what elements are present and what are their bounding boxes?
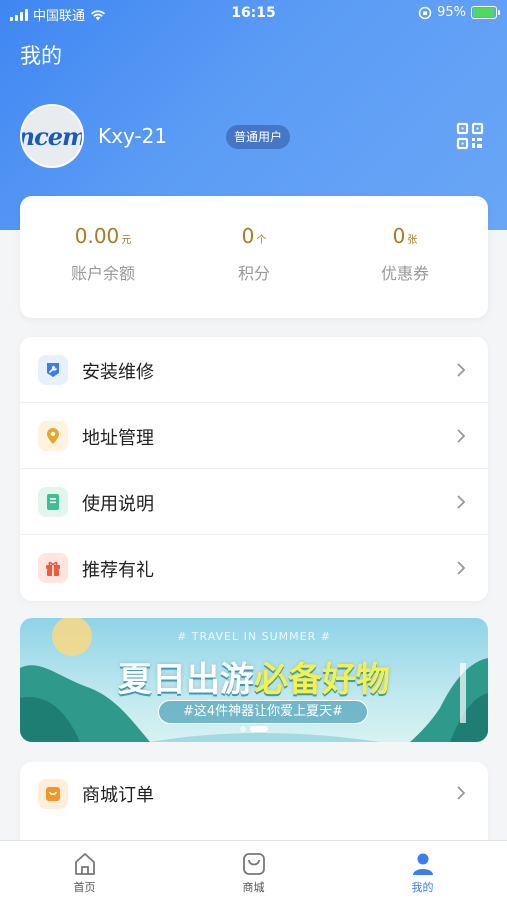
stat-coupons[interactable]: 0张 优惠券 [330, 224, 480, 284]
menu-item-label: 商城订单 [82, 785, 154, 806]
tab-home[interactable]: 首页 [0, 841, 169, 900]
tab-bar: 首页 商城 我的 [0, 840, 507, 900]
stat-points[interactable]: 0个 积分 [179, 224, 329, 284]
home-icon [74, 853, 95, 875]
avatar[interactable]: ncem [20, 104, 84, 168]
orientation-lock-icon [418, 6, 432, 19]
banner-tagline: #这4件神器让你爱上夏天# [158, 700, 368, 724]
service-menu: 安装维修 地址管理 使用说明 推荐有礼 [20, 337, 488, 601]
carousel-indicator [20, 726, 488, 732]
orders-menu: 商城订单 [20, 762, 488, 842]
promo-banner[interactable]: # TRAVEL IN SUMMER # 夏日出游必备好物 #这4件神器让你爱上… [20, 618, 488, 742]
status-bar: 中国联通 16:15 95% [0, 0, 507, 28]
banner-title: 夏日出游必备好物 [20, 652, 488, 701]
stat-value: 0 [241, 224, 255, 248]
qr-code-icon[interactable] [456, 122, 484, 150]
shop-bag-icon [242, 853, 265, 875]
menu-item-label: 使用说明 [82, 494, 154, 515]
menu-item-label: 安装维修 [82, 362, 154, 383]
menu-item-install-repair[interactable]: 安装维修 [20, 337, 488, 403]
wrench-icon [38, 355, 68, 385]
chevron-right-icon [457, 363, 466, 377]
stat-unit: 元 [121, 235, 132, 246]
location-pin-icon [38, 421, 68, 451]
user-level-badge: 普通用户 [226, 125, 291, 149]
stat-label: 优惠券 [380, 264, 429, 283]
stat-unit: 个 [256, 235, 267, 246]
menu-item-instructions[interactable]: 使用说明 [20, 469, 488, 535]
menu-item-shop-orders[interactable]: 商城订单 [20, 762, 488, 828]
tab-shop[interactable]: 商城 [169, 841, 338, 900]
stat-value: 0.00 [74, 224, 120, 248]
stat-label: 积分 [237, 264, 270, 283]
chevron-right-icon [457, 429, 466, 443]
gift-icon [38, 553, 68, 583]
menu-item-label: 地址管理 [82, 428, 154, 449]
banner-title-highlight: 必备好物 [254, 660, 390, 700]
book-icon [38, 487, 68, 517]
chevron-right-icon [457, 786, 466, 800]
tab-mine[interactable]: 我的 [338, 841, 507, 900]
tab-label: 我的 [411, 881, 434, 894]
menu-item-address[interactable]: 地址管理 [20, 403, 488, 469]
carousel-dot [240, 726, 246, 732]
page-title: 我的 [20, 44, 62, 68]
menu-item-referral[interactable]: 推荐有礼 [20, 535, 488, 601]
banner-title-main: 夏日出游 [118, 660, 254, 700]
carousel-dot-active [250, 726, 268, 732]
tab-label: 首页 [73, 881, 96, 894]
stat-unit: 张 [407, 235, 418, 246]
account-stats-card: 0.00 元 账户余额 0个 积分 0张 优惠券 [20, 196, 488, 318]
chevron-right-icon [457, 495, 466, 509]
stat-value: 0 [392, 224, 406, 248]
tab-label: 商城 [242, 881, 265, 894]
stat-label: 账户余额 [70, 264, 135, 283]
battery-percent: 95% [437, 5, 466, 20]
username: Kxy-21 [98, 124, 168, 148]
menu-item-label: 推荐有礼 [82, 560, 154, 581]
battery-icon [471, 6, 500, 19]
chevron-right-icon [457, 561, 466, 575]
banner-subtitle: # TRAVEL IN SUMMER # [177, 630, 331, 643]
order-bag-icon [38, 779, 68, 809]
user-icon [412, 853, 433, 875]
avatar-logo-text: ncem [20, 121, 84, 151]
stat-balance[interactable]: 0.00 元 账户余额 [28, 224, 178, 284]
